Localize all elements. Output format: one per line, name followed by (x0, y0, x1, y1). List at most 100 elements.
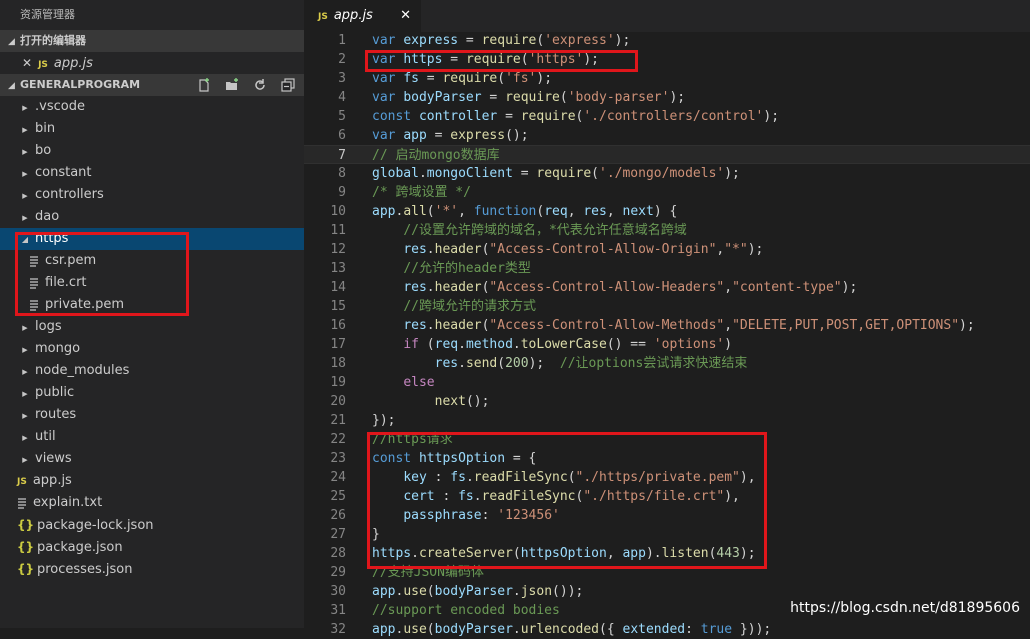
code-token: next (434, 394, 466, 409)
refresh-icon[interactable] (252, 77, 268, 93)
chevron-right-icon: ▶ (22, 390, 28, 398)
code-line[interactable]: 1 var express = require('express'); (304, 31, 1030, 50)
line-number: 2 (338, 52, 346, 67)
chevron-right-icon: ▶ (22, 148, 28, 156)
line-number: 1 (338, 33, 346, 48)
tree-item[interactable]: ▶ util (0, 426, 304, 448)
tree-item-label: .vscode (35, 99, 85, 114)
code-token: method (465, 337, 513, 352)
code-token: 200 (505, 356, 529, 371)
code-text: global.mongoClient = require('./mongo/mo… (372, 164, 740, 183)
code-line[interactable]: 15 //跨域允许的请求方式 (304, 297, 1030, 316)
tree-item[interactable]: ▶ bin (0, 118, 304, 140)
line-number: 13 (330, 261, 346, 276)
code-line[interactable]: 19 else (304, 373, 1030, 392)
line-number: 6 (338, 128, 346, 143)
code-line[interactable]: 12 res.header("Access-Control-Allow-Orig… (304, 240, 1030, 259)
tree-item[interactable]: ▶ .vscode (0, 96, 304, 118)
code-token: ); (724, 166, 740, 181)
open-editors-header[interactable]: ◢ 打开的编辑器 (0, 30, 304, 52)
code-line[interactable]: 16 res.header("Access-Control-Allow-Meth… (304, 316, 1030, 335)
code-token: ); (669, 90, 686, 105)
tree-item[interactable]: ▶ views (0, 448, 304, 470)
line-number: 27 (330, 527, 346, 542)
code-token: . (458, 356, 466, 371)
code-token: . (512, 337, 521, 352)
tree-item[interactable]: ▶ routes (0, 404, 304, 426)
chevron-right-icon: ▶ (22, 456, 28, 464)
js-file-icon: JS (17, 477, 27, 487)
code-line[interactable]: 10 app.all('*', function(req, res, next) … (304, 202, 1030, 221)
new-file-icon[interactable] (196, 77, 212, 93)
tree-item[interactable]: ▶ logs (0, 316, 304, 338)
code-token: //跨域允许的请求方式 (403, 299, 536, 314)
code-token: require (536, 166, 592, 181)
code-token: bodyParser (403, 90, 482, 105)
line-number: 7 (338, 148, 346, 163)
tab-app-js[interactable]: JS app.js ✕ (304, 0, 421, 32)
code-token: ); (959, 318, 975, 333)
code-line[interactable]: 20 next(); (304, 392, 1030, 411)
code-line[interactable]: 14 res.header("Access-Control-Allow-Head… (304, 278, 1030, 297)
code-token: 'body-parser' (567, 90, 670, 105)
code-token: header (434, 318, 482, 333)
collapse-all-icon[interactable] (280, 77, 296, 93)
chevron-right-icon: ▶ (22, 126, 28, 134)
tree-item[interactable]: JS app.js (0, 470, 304, 492)
code-line[interactable]: 8 global.mongoClient = require('./mongo/m… (304, 164, 1030, 183)
close-icon[interactable]: ✕ (400, 0, 411, 32)
line-number: 15 (330, 299, 346, 314)
tree-item[interactable]: ▶ mongo (0, 338, 304, 360)
tree-item[interactable]: explain.txt (0, 492, 304, 514)
line-number: 8 (338, 166, 346, 181)
code-line[interactable]: 5 const controller = require('./controlle… (304, 107, 1030, 126)
code-token: () == (606, 337, 654, 352)
code-line[interactable]: 13 //允许的header类型 (304, 259, 1030, 278)
tree-item[interactable]: ▶ node_modules (0, 360, 304, 382)
code-token: "DELETE,PUT,POST,GET,OPTIONS" (732, 318, 960, 333)
code-token: , (724, 318, 733, 333)
code-token: function (473, 204, 537, 219)
tree-item[interactable]: ▶ constant (0, 162, 304, 184)
code-token: , (458, 204, 474, 219)
code-line[interactable]: 7 // 启动mongo数据库 (304, 145, 1030, 164)
line-number: 4 (338, 90, 346, 105)
code-line[interactable]: 30 app.use(bodyParser.json()); (304, 582, 1030, 601)
code-token: "Access-Control-Allow-Methods" (489, 318, 725, 333)
code-token: var (372, 71, 396, 86)
code-token: = (481, 90, 506, 105)
project-header[interactable]: ◢ GENERALPROGRAM (0, 74, 304, 96)
code-token: const (372, 109, 412, 124)
tree-item[interactable]: ▶ dao (0, 206, 304, 228)
tree-item[interactable]: {} package.json (0, 536, 304, 558)
code-token: . (458, 337, 466, 352)
tree-item[interactable]: ▶ public (0, 382, 304, 404)
code-line[interactable]: 18 res.send(200); //让options尝试请求快速结束 (304, 354, 1030, 373)
code-line[interactable]: 21}); (304, 411, 1030, 430)
open-editors-label: 打开的编辑器 (20, 34, 86, 47)
code-line[interactable]: 17 if (req.method.toLowerCase() == 'opti… (304, 335, 1030, 354)
tree-item[interactable]: {} package-lock.json (0, 514, 304, 536)
code-line[interactable]: 11 //设置允许跨域的域名，*代表允许任意域名跨域 (304, 221, 1030, 240)
code-token: require (442, 71, 498, 86)
code-token: // 启动mongo数据库 (372, 148, 500, 163)
code-line[interactable]: 6 var app = express(); (304, 126, 1030, 145)
new-folder-icon[interactable] (224, 77, 240, 93)
code-line[interactable]: 32 app.use(bodyParser.urlencoded({ extend… (304, 620, 1030, 639)
line-number: 28 (330, 546, 346, 561)
line-number: 16 (330, 318, 346, 333)
tree-item[interactable]: ▶ controllers (0, 184, 304, 206)
close-icon[interactable]: ✕ (22, 56, 32, 70)
code-line[interactable]: 4 var bodyParser = require('body-parser')… (304, 88, 1030, 107)
js-file-icon: JS (318, 12, 328, 22)
tree-item[interactable]: {} processes.json (0, 558, 304, 580)
tree-item[interactable]: ▶ bo (0, 140, 304, 162)
code-token: ); (763, 109, 780, 124)
open-editor-item[interactable]: ✕ JS app.js (0, 52, 304, 74)
code-text: //设置允许跨域的域名，*代表允许任意域名跨域 (372, 221, 686, 240)
highlight-box-https-server (367, 432, 767, 569)
code-line[interactable]: 9 /* 跨域设置 */ (304, 183, 1030, 202)
code-token: ( (418, 337, 435, 352)
tree-item-label: bo (35, 143, 52, 158)
